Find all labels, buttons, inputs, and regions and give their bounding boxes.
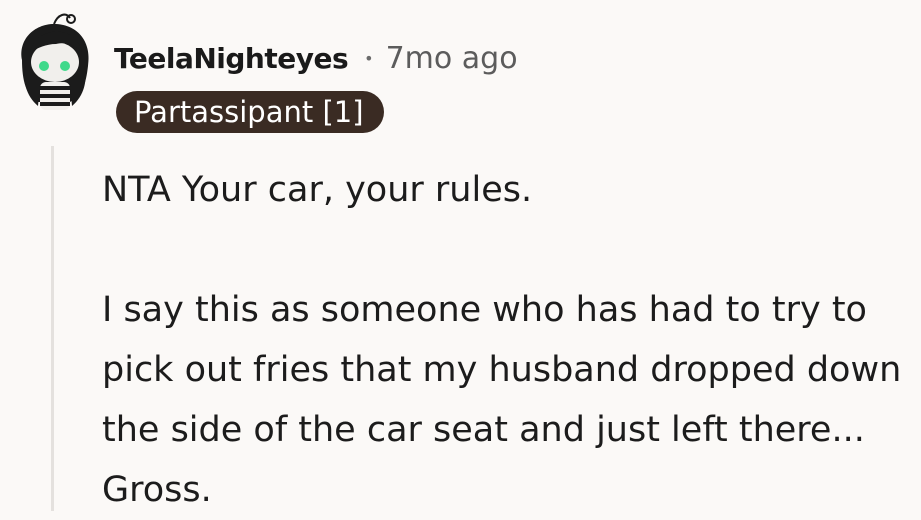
separator-dot: • bbox=[364, 48, 374, 68]
comment-body: NTA Your car, your rules. I say this as … bbox=[102, 160, 912, 520]
thread-line[interactable] bbox=[51, 146, 54, 511]
comment-paragraph: I say this as someone who has had to try… bbox=[102, 290, 902, 510]
comment-paragraph: NTA Your car, your rules. bbox=[102, 170, 533, 210]
timestamp-link[interactable]: 7mo ago bbox=[386, 41, 518, 76]
user-avatar-icon[interactable] bbox=[8, 10, 98, 116]
comment-header: TeelaNighteyes • 7mo ago bbox=[114, 38, 518, 78]
user-flair-badge: Partassipant [1] bbox=[116, 91, 384, 133]
username-link[interactable]: TeelaNighteyes bbox=[114, 42, 349, 75]
